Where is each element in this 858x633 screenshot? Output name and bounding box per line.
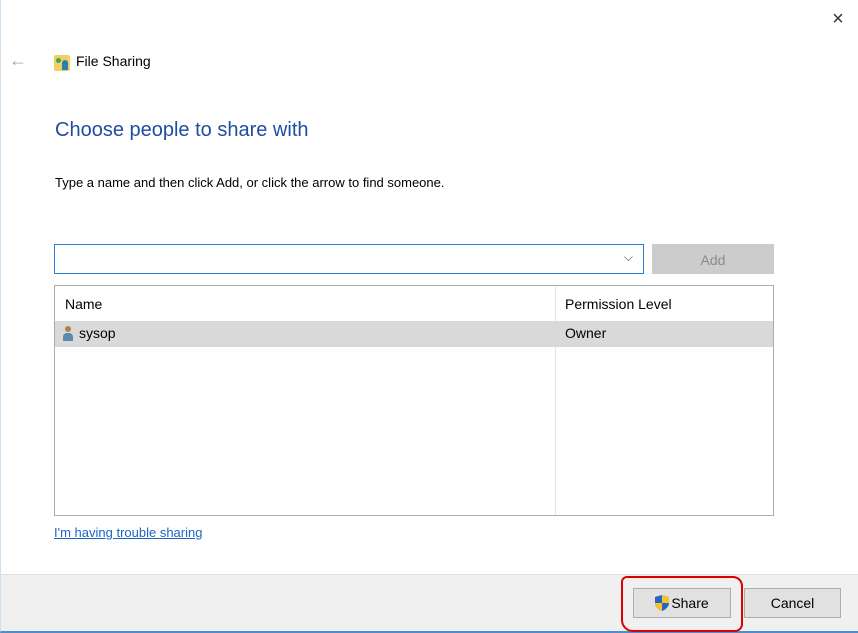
instructions-text: Type a name and then click Add, or click… — [55, 175, 445, 190]
uac-shield-icon — [655, 595, 670, 611]
share-label: Share — [671, 595, 709, 611]
page-heading: Choose people to share with — [55, 119, 309, 141]
file-sharing-dialog: × ← File Sharing Choose people to share … — [0, 0, 858, 633]
row-permission[interactable]: Owner — [565, 325, 606, 341]
name-combobox[interactable]: ⌵ — [54, 244, 644, 274]
file-sharing-icon — [54, 55, 70, 71]
add-button[interactable]: Add — [652, 244, 774, 274]
back-arrow-icon: ← — [9, 50, 27, 70]
share-button[interactable]: Share — [633, 588, 731, 618]
user-icon — [63, 326, 73, 341]
chevron-down-icon[interactable]: ⌵ — [624, 250, 633, 265]
share-list[interactable]: Name Permission Level sysop Owner — [54, 285, 774, 516]
window-title: File Sharing — [76, 53, 151, 69]
column-header-permission[interactable]: Permission Level — [565, 296, 672, 312]
row-name: sysop — [79, 325, 116, 341]
table-row[interactable]: sysop Owner — [55, 321, 773, 347]
close-icon: × — [832, 8, 844, 30]
trouble-sharing-link[interactable]: I'm having trouble sharing — [54, 525, 202, 540]
column-header-name[interactable]: Name — [65, 296, 102, 312]
back-button[interactable]: ← — [9, 50, 27, 71]
close-button[interactable]: × — [823, 4, 853, 34]
cancel-button[interactable]: Cancel — [744, 588, 841, 618]
